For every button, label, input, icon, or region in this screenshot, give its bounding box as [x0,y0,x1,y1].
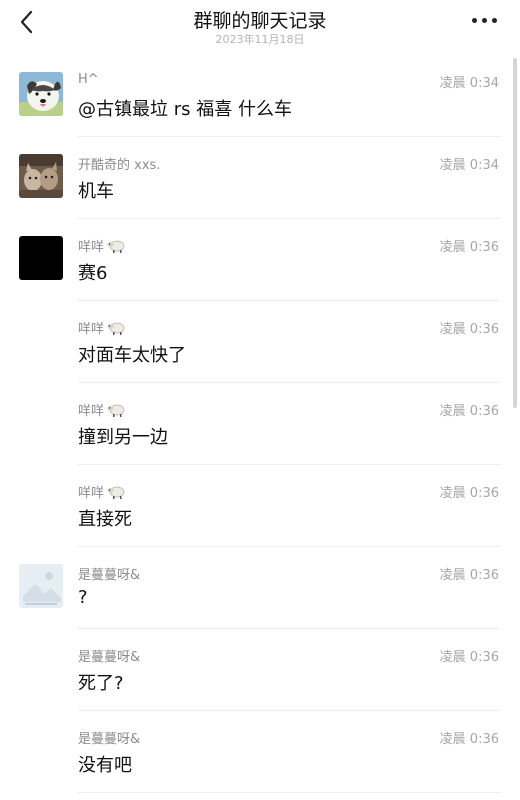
chat-date: 2023年11月18日 [215,33,305,46]
header-bar: 群聊的聊天记录 2023年11月18日 [0,0,520,52]
sender-name: 咩咩 [78,236,126,255]
message-time: 凌晨 0:36 [439,732,499,747]
sender-name: 开酷奇的 xxs. [78,158,161,173]
message-time: 凌晨 0:34 [439,76,499,91]
chat-record-list[interactable]: H^ 凌晨 0:34 @古镇最垃 rs 福喜 什么车 开酷奇的 xxs. 凌晨 … [0,55,520,793]
message-text: 机车 [78,181,114,202]
sender-name-text: 咩咩 [78,404,105,419]
message-text: 赛6 [78,263,108,284]
message-text: 对面车太快了 [78,345,186,366]
message-time: 凌晨 0:34 [439,158,499,173]
scrollbar[interactable] [513,58,517,408]
chat-record-item[interactable]: 咩咩 凌晨 0:36 对面车太快了 [0,301,520,383]
chat-record-item[interactable]: 是蔓蔓呀& 凌晨 0:36 没有吧 [0,711,520,793]
page-title: 群聊的聊天记录 [193,10,327,32]
sender-name-text: 咩咩 [78,486,105,501]
black-avatar[interactable] [19,236,63,280]
message-text: 死了? [78,673,124,694]
sender-name: 咩咩 [78,318,126,337]
sheep-icon [107,322,125,335]
chat-record-item[interactable]: 是蔓蔓呀& 凌晨 0:36 死了? [0,629,520,711]
message-time: 凌晨 0:36 [439,650,499,665]
sheep-icon [107,486,125,499]
dog-photo-avatar[interactable] [19,72,63,116]
message-time: 凌晨 0:36 [439,322,499,337]
chat-record-item[interactable]: 咩咩 凌晨 0:36 撞到另一边 [0,383,520,465]
sheep-icon [107,404,125,417]
chat-record-item[interactable]: 咩咩 凌晨 0:36 直接死 [0,465,520,547]
placeholder-image-avatar[interactable] [19,564,63,608]
sender-name: 咩咩 [78,400,126,419]
sender-name: H^ [78,72,99,87]
cat-photo-avatar[interactable] [19,154,63,198]
sender-name-text: 咩咩 [78,240,105,255]
sender-name-text: 咩咩 [78,322,105,337]
sender-name: 是蔓蔓呀& [78,650,141,665]
chat-record-item[interactable]: 是蔓蔓呀& 凌晨 0:36 ? [0,547,520,629]
message-text: 没有吧 [78,755,132,776]
message-text: 直接死 [78,509,132,530]
more-dot-icon [492,18,497,23]
sender-name: 是蔓蔓呀& [78,568,141,583]
chat-record-item[interactable]: 咩咩 凌晨 0:36 赛6 [0,219,520,301]
message-time: 凌晨 0:36 [439,486,499,501]
message-time: 凌晨 0:36 [439,240,499,255]
more-dot-icon [482,18,487,23]
sheep-icon [107,240,125,253]
chat-record-item[interactable]: 开酷奇的 xxs. 凌晨 0:34 机车 [0,137,520,219]
message-time: 凌晨 0:36 [439,404,499,419]
message-text: 撞到另一边 [78,427,168,448]
message-text: ? [78,587,88,608]
divider [78,792,500,793]
sender-name: 是蔓蔓呀& [78,732,141,747]
message-text: @古镇最垃 rs 福喜 什么车 [78,99,292,120]
more-dot-icon [472,18,477,23]
message-time: 凌晨 0:36 [439,568,499,583]
more-options-button[interactable] [472,16,498,26]
chat-record-item[interactable]: H^ 凌晨 0:34 @古镇最垃 rs 福喜 什么车 [0,55,520,137]
sender-name: 咩咩 [78,482,126,501]
